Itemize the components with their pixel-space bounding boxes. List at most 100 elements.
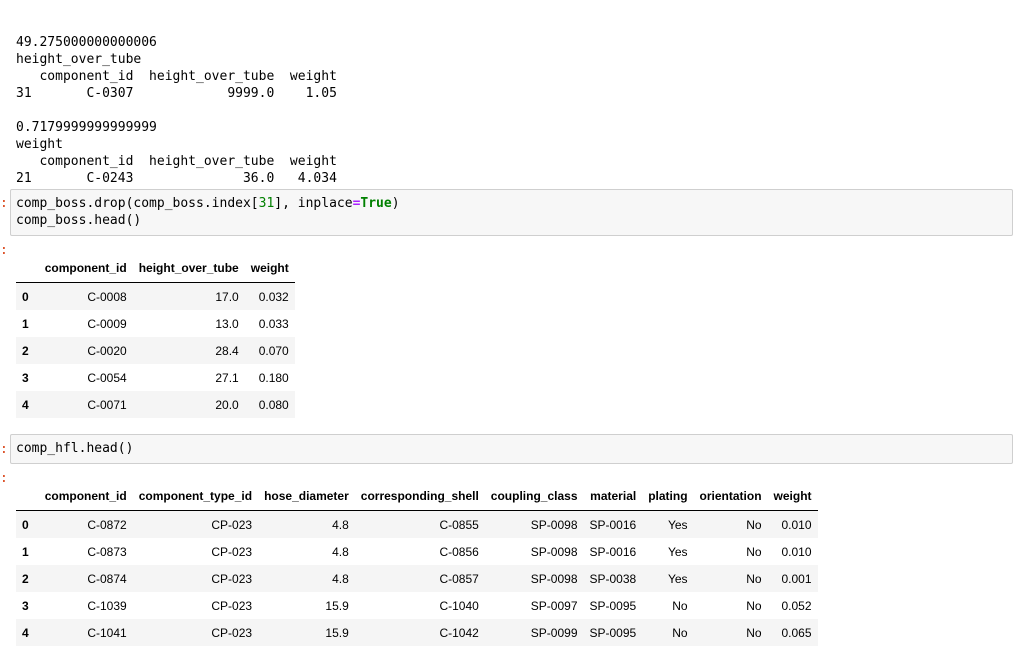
- code-cell-drop[interactable]: comp_boss.drop(comp_boss.index[31], inpl…: [10, 189, 1013, 236]
- table-cell: No: [746, 598, 762, 613]
- table-cell: C-1041: [87, 625, 127, 640]
- table-cell: SP-0098: [530, 517, 578, 532]
- column-header: corresponding_shell: [354, 482, 485, 511]
- table-cell: Yes: [667, 517, 688, 532]
- table-cell: 0.010: [781, 517, 812, 532]
- stdout-line: 49.275000000000006: [16, 35, 157, 50]
- column-header: orientation: [693, 482, 768, 511]
- table-cell: 0.033: [258, 316, 289, 331]
- column-header: [16, 482, 39, 511]
- column-header: weight: [244, 254, 295, 283]
- code-text: comp_boss.drop(comp_boss.index[: [16, 196, 259, 211]
- table-cell: C-1040: [439, 598, 479, 613]
- table-cell: SP-0038: [589, 571, 637, 586]
- stdout-output: 49.275000000000006 height_over_tube compo…: [16, 17, 337, 204]
- table-cell: 0.080: [258, 397, 289, 412]
- table-header-row: component_id component_type_id hose_diam…: [16, 482, 818, 511]
- table-cell: 0.032: [258, 289, 289, 304]
- column-header: coupling_class: [484, 482, 584, 511]
- table-cell: SP-0095: [589, 598, 637, 613]
- table-cell: 4.8: [332, 517, 349, 532]
- table-cell: No: [672, 598, 688, 613]
- table-row: 2 C-0020 28.4 0.070: [16, 337, 295, 364]
- table-cell: 0.001: [781, 571, 812, 586]
- table-cell: C-0856: [439, 544, 479, 559]
- table-cell: No: [746, 625, 762, 640]
- code-keyword: True: [360, 196, 392, 211]
- table-cell: CP-023: [211, 544, 253, 559]
- table-header-row: component_id height_over_tube weight: [16, 254, 295, 283]
- table-cell: C-0874: [87, 571, 127, 586]
- table-cell: No: [746, 571, 762, 586]
- table-cell: 0.065: [781, 625, 812, 640]
- column-header: height_over_tube: [132, 254, 245, 283]
- code-text: ], inplace: [274, 196, 353, 211]
- table-row: 1 C-0873 CP-023 4.8 C-0856 SP-0098 SP-00…: [16, 538, 818, 565]
- output-prompt-marker: :: [0, 243, 8, 258]
- code-cell-comp-hfl-head[interactable]: comp_hfl.head(): [10, 434, 1013, 464]
- table-cell: Yes: [667, 571, 688, 586]
- table-cell: CP-023: [211, 517, 253, 532]
- table-cell: 20.0: [215, 397, 239, 412]
- table-cell: 0.070: [258, 343, 289, 358]
- table-cell: 15.9: [325, 598, 349, 613]
- table-cell: 4.8: [332, 544, 349, 559]
- row-index: 1: [22, 316, 29, 331]
- table-cell: SP-0098: [530, 544, 578, 559]
- output-prompt-marker: :: [0, 471, 8, 486]
- table-row: 1 C-0009 13.0 0.033: [16, 310, 295, 337]
- table-row: 4 C-1041 CP-023 15.9 C-1042 SP-0099 SP-0…: [16, 619, 818, 646]
- table-cell: C-0008: [87, 289, 127, 304]
- table-cell: 4.8: [332, 571, 349, 586]
- dataframe-comp-hfl: component_id component_type_id hose_diam…: [16, 482, 818, 646]
- table-cell: SP-0016: [589, 517, 637, 532]
- stdout-line: height_over_tube: [16, 52, 142, 67]
- table-cell: C-0020: [87, 343, 127, 358]
- table-cell: SP-0095: [589, 625, 637, 640]
- table-row: 0 C-0872 CP-023 4.8 C-0855 SP-0098 SP-00…: [16, 510, 818, 538]
- table-row: 3 C-0054 27.1 0.180: [16, 364, 295, 391]
- table-row: 4 C-0071 20.0 0.080: [16, 391, 295, 418]
- table-row: 0 C-0008 17.0 0.032: [16, 282, 295, 310]
- table-cell: 17.0: [215, 289, 239, 304]
- table-cell: C-1042: [439, 625, 479, 640]
- table-cell: SP-0098: [530, 571, 578, 586]
- row-index: 0: [22, 517, 29, 532]
- row-index: 2: [22, 343, 29, 358]
- stdout-line: component_id height_over_tube weight: [16, 69, 337, 84]
- stdout-line: 21 C-0243 36.0 4.034: [16, 171, 337, 186]
- row-index: 0: [22, 289, 29, 304]
- code-text: comp_hfl.head(): [16, 441, 134, 456]
- column-header: plating: [642, 482, 694, 511]
- table-cell: No: [746, 517, 762, 532]
- column-header: hose_diameter: [258, 482, 355, 511]
- stdout-line: 0.7179999999999999: [16, 120, 157, 135]
- input-prompt-marker: :: [0, 442, 8, 457]
- table-cell: 15.9: [325, 625, 349, 640]
- column-header: component_id: [38, 254, 133, 283]
- column-header: [16, 254, 39, 283]
- table-cell: No: [746, 544, 762, 559]
- table-cell: 27.1: [215, 370, 239, 385]
- row-index: 3: [22, 598, 29, 613]
- table-cell: No: [672, 625, 688, 640]
- table-cell: C-0857: [439, 571, 479, 586]
- table-cell: SP-0099: [530, 625, 578, 640]
- table-cell: C-1039: [87, 598, 127, 613]
- row-index: 1: [22, 544, 29, 559]
- table-cell: 0.180: [258, 370, 289, 385]
- table-cell: 0.052: [781, 598, 812, 613]
- table-cell: C-0872: [87, 517, 127, 532]
- stdout-line: weight: [16, 137, 63, 152]
- table-cell: SP-0016: [589, 544, 637, 559]
- code-text: ): [391, 196, 400, 211]
- table-cell: C-0071: [87, 397, 127, 412]
- row-index: 4: [22, 397, 29, 412]
- table-cell: 28.4: [215, 343, 239, 358]
- column-header: weight: [767, 482, 818, 511]
- column-header: component_id: [38, 482, 133, 511]
- table-row: 2 C-0874 CP-023 4.8 C-0857 SP-0098 SP-00…: [16, 565, 818, 592]
- table-cell: 0.010: [781, 544, 812, 559]
- row-index: 2: [22, 571, 29, 586]
- table-cell: C-0054: [87, 370, 127, 385]
